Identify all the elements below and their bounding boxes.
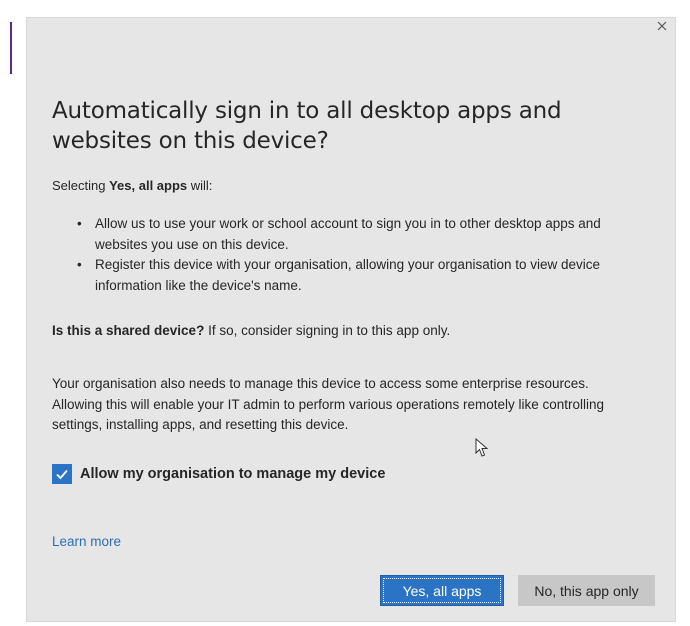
shared-device-note: Is this a shared device? If so, consider… <box>52 323 450 338</box>
manage-device-paragraph: Your organisation also needs to manage t… <box>52 376 605 432</box>
list-item: Allow us to use your work or school acco… <box>77 214 657 255</box>
manage-device-checkbox[interactable] <box>52 464 72 484</box>
screen: Automatically sign in to all desktop app… <box>0 0 690 626</box>
shared-device-question: Is this a shared device? <box>52 323 205 338</box>
close-icon <box>657 21 667 31</box>
manage-device-checkbox-row[interactable]: Allow my organisation to manage my devic… <box>52 464 385 484</box>
sign-in-dialog: Automatically sign in to all desktop app… <box>26 17 676 622</box>
yes-all-apps-button[interactable]: Yes, all apps <box>380 575 504 606</box>
shared-device-advice: If so, consider signing in to this app o… <box>204 323 451 338</box>
mouse-pointer-icon <box>475 438 489 457</box>
window-edge-accent <box>10 22 12 74</box>
no-this-app-only-button[interactable]: No, this app only <box>518 575 655 606</box>
checkmark-icon <box>56 469 68 480</box>
intro-bold-option: Yes, all apps <box>109 178 188 193</box>
manage-device-checkbox-label[interactable]: Allow my organisation to manage my devic… <box>80 466 385 482</box>
list-item: Register this device with your organisat… <box>77 255 657 296</box>
intro-suffix: will: <box>187 178 213 193</box>
learn-more-link[interactable]: Learn more <box>52 534 121 549</box>
intro-prefix: Selecting <box>52 178 110 193</box>
dialog-title: Automatically sign in to all desktop app… <box>52 98 562 154</box>
intro-text: Selecting Yes, all apps will: <box>52 178 212 193</box>
close-button[interactable] <box>651 15 673 37</box>
consequences-list: Allow us to use your work or school acco… <box>77 214 657 296</box>
